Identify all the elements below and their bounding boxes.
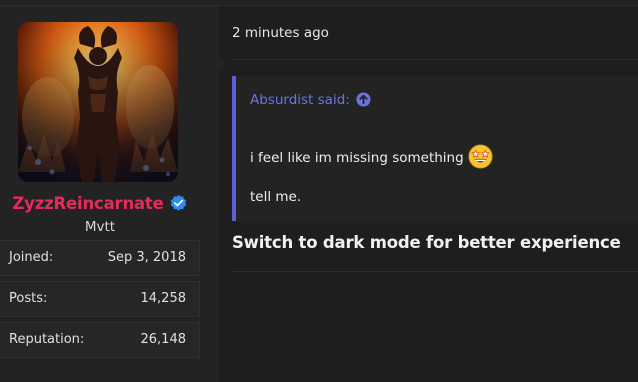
post-timestamp[interactable]: 2 minutes ago bbox=[232, 25, 329, 41]
username-row: ZyzzReincarnate bbox=[0, 193, 200, 213]
header-divider bbox=[232, 59, 638, 60]
avatar[interactable] bbox=[18, 22, 178, 182]
user-title: Mvtt bbox=[84, 219, 116, 235]
quote-text: i feel like im missing something bbox=[250, 150, 464, 166]
stat-value: Sep 3, 2018 bbox=[107, 250, 186, 265]
stat-posts: Posts: 14,258 bbox=[0, 281, 200, 317]
quote-text-line: i feel like im missing something bbox=[250, 144, 493, 169]
footer-divider bbox=[232, 271, 638, 272]
stat-reputation: Reputation: 26,148 bbox=[0, 322, 200, 358]
avatar-image bbox=[18, 22, 178, 182]
user-stats: Joined: Sep 3, 2018 Posts: 14,258 Reputa… bbox=[0, 240, 200, 363]
stat-joined: Joined: Sep 3, 2018 bbox=[0, 240, 200, 276]
verified-badge-icon bbox=[169, 194, 188, 213]
stat-label: Joined: bbox=[9, 250, 54, 265]
star-struck-emoji-icon bbox=[468, 144, 493, 169]
stat-label: Posts: bbox=[9, 291, 48, 306]
stat-value: 14,258 bbox=[140, 291, 187, 306]
post-body: 2 minutes ago Absurdist said: i feel lik… bbox=[218, 6, 638, 382]
quote-author-text: Absurdist said: bbox=[250, 92, 350, 108]
username[interactable]: ZyzzReincarnate bbox=[12, 194, 163, 213]
post-message-bold: Switch to dark mode for better experienc… bbox=[232, 233, 621, 252]
quote-text-line: tell me. bbox=[250, 189, 302, 205]
arrow-up-circle-icon[interactable] bbox=[356, 92, 371, 107]
quote-author-link[interactable]: Absurdist said: bbox=[250, 92, 371, 108]
quote-block: Absurdist said: i feel like im missing s… bbox=[232, 76, 638, 221]
stat-label: Reputation: bbox=[9, 332, 85, 347]
stat-value: 26,148 bbox=[140, 332, 187, 347]
